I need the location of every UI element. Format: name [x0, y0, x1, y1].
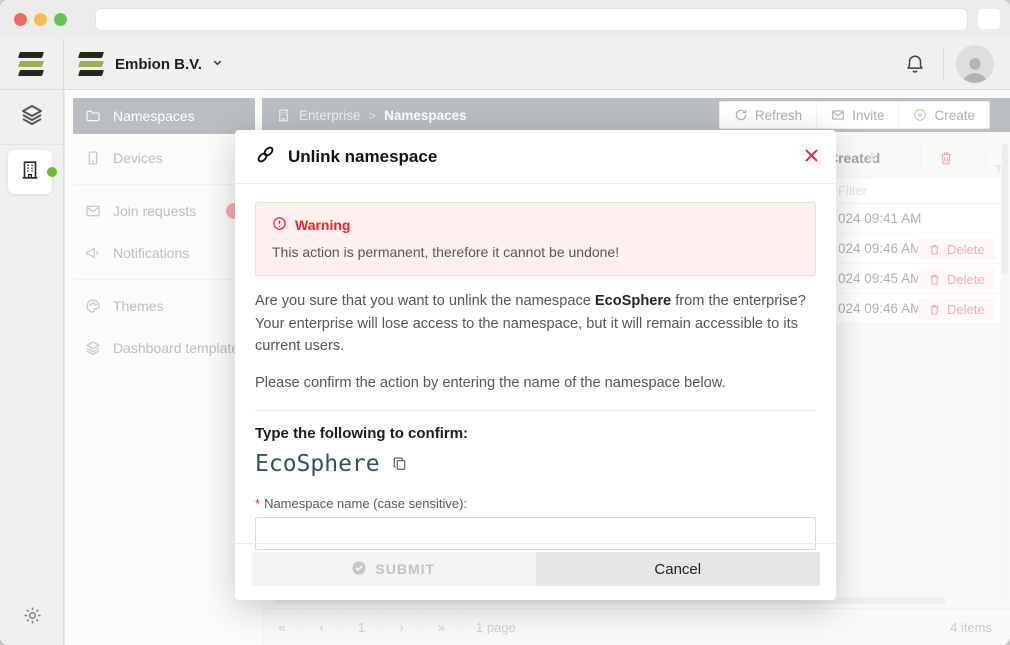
close-icon — [803, 147, 820, 164]
window-zoom-button[interactable] — [54, 13, 67, 26]
divider — [255, 410, 816, 411]
modal-footer: SUBMIT Cancel — [235, 543, 836, 600]
warning-title: Warning — [295, 217, 350, 233]
org-name: Embion B.V. — [115, 56, 202, 73]
bell-icon — [904, 53, 926, 75]
online-status-dot — [47, 167, 57, 177]
warning-text: This action is permanent, therefore it c… — [272, 244, 799, 260]
rail-logo[interactable] — [0, 38, 64, 90]
window-minimize-button[interactable] — [34, 13, 47, 26]
user-avatar-button[interactable] — [956, 45, 994, 83]
icon-rail — [0, 38, 64, 645]
building-icon — [19, 159, 41, 186]
notifications-bell-button[interactable] — [904, 53, 926, 80]
modal-title: Unlink namespace — [288, 147, 437, 167]
warning-circle-icon — [272, 216, 287, 234]
copy-icon[interactable] — [392, 456, 408, 472]
unlink-icon — [255, 144, 276, 170]
app-header: Embion B.V. — [65, 38, 1010, 90]
browser-extension-button[interactable] — [978, 9, 1000, 29]
unlink-namespace-modal: Unlink namespace Warning This action is … — [235, 130, 836, 600]
confirm-question: Are you sure that you want to unlink the… — [255, 290, 816, 358]
gear-icon — [22, 613, 43, 630]
person-icon — [958, 53, 992, 83]
app-window: Embion B.V. Namespaces — [0, 0, 1010, 645]
required-asterisk: * — [255, 496, 260, 511]
cancel-button[interactable]: Cancel — [536, 552, 821, 586]
namespace-name-bold: EcoSphere — [595, 293, 671, 309]
submit-button[interactable]: SUBMIT — [251, 552, 536, 586]
chevron-down-icon — [212, 55, 223, 73]
rail-item-settings[interactable] — [0, 605, 64, 631]
submit-label: SUBMIT — [375, 561, 435, 577]
embion-logo-icon — [19, 51, 45, 77]
modal-close-button[interactable] — [803, 147, 820, 164]
rail-item-enterprise-active[interactable] — [8, 150, 52, 194]
address-bar[interactable] — [95, 8, 968, 31]
confirm-instruction: Please confirm the action by entering th… — [255, 372, 816, 395]
check-circle-icon — [351, 560, 367, 579]
modal-body: Warning This action is permanent, theref… — [235, 184, 836, 550]
embion-logo-icon — [79, 51, 105, 77]
confirm-heading: Type the following to confirm: — [255, 425, 816, 442]
rail-item-namespaces[interactable] — [0, 90, 64, 145]
warning-alert: Warning This action is permanent, theref… — [255, 202, 816, 276]
modal-header: Unlink namespace — [235, 130, 836, 184]
window-close-button[interactable] — [14, 13, 27, 26]
browser-titlebar — [0, 0, 1010, 38]
namespace-code-text: EcoSphere — [255, 451, 380, 477]
org-switcher[interactable]: Embion B.V. — [79, 51, 223, 77]
header-divider — [943, 48, 944, 80]
layers-icon — [20, 103, 44, 132]
cancel-label: Cancel — [654, 561, 701, 578]
input-label: *Namespace name (case sensitive): — [255, 496, 816, 511]
